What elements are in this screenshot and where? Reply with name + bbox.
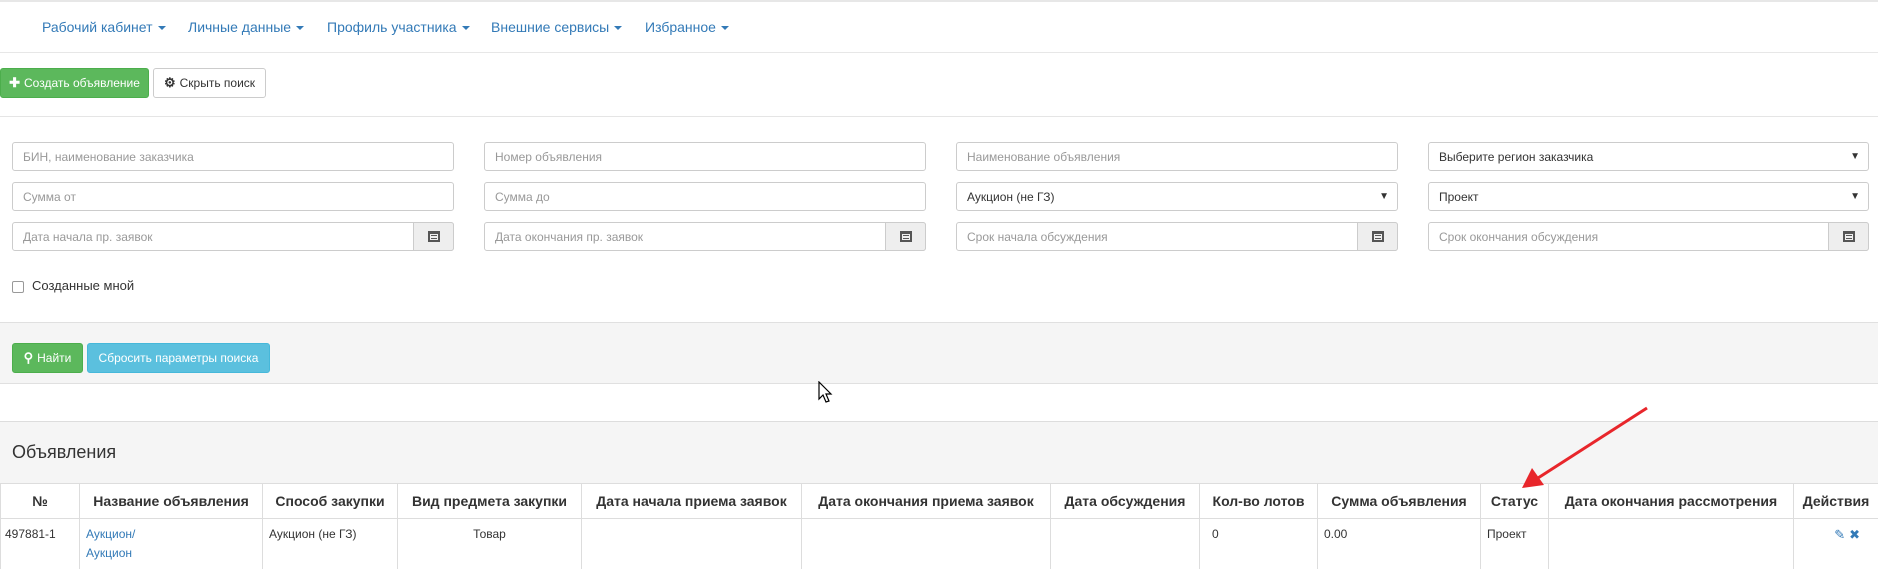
discussion-start-input[interactable]: Срок начала обсуждения — [956, 222, 1398, 251]
placeholder: Срок начала обсуждения — [967, 229, 1108, 244]
customer-region-select[interactable]: Выберите регион заказчика ▼ — [1428, 142, 1869, 171]
nav-item-personal-data[interactable]: Личные данные — [188, 19, 305, 35]
created-by-me-label: Созданные мной — [32, 278, 135, 293]
caret-down-icon — [461, 26, 470, 31]
cell-sum: 0.00 — [1317, 518, 1481, 569]
calendar-button[interactable] — [413, 222, 454, 251]
cell-end-date — [801, 518, 1051, 569]
caret-down-icon — [720, 26, 729, 31]
calendar-icon — [1842, 231, 1855, 242]
toolbar-divider — [0, 116, 1878, 117]
status-select[interactable]: Проект ▼ — [1428, 182, 1869, 211]
col-header-end-date[interactable]: Дата окончания приема заявок — [801, 483, 1051, 519]
sum-to-input[interactable]: Сумма до — [484, 182, 926, 211]
start-date-input[interactable]: Дата начала пр. заявок — [12, 222, 454, 251]
col-header-number[interactable]: № — [0, 483, 80, 519]
reset-search-button[interactable]: Сбросить параметры поиска — [87, 343, 270, 373]
search-icon: ⚲ — [23, 350, 34, 365]
cell-number: 497881-1 — [0, 518, 80, 569]
placeholder: Срок окончания обсуждения — [1439, 229, 1599, 244]
calendar-icon — [899, 231, 912, 242]
caret-down-icon — [157, 26, 166, 31]
placeholder: Дата начала пр. заявок — [23, 229, 153, 244]
nav-item-cabinet[interactable]: Рабочий кабинет — [42, 19, 166, 35]
mouse-cursor-icon — [818, 381, 833, 403]
nav-item-participant-profile[interactable]: Профиль участника — [327, 19, 470, 35]
calendar-button[interactable] — [1828, 222, 1869, 251]
announcement-link[interactable]: Аукцион/Аукцион — [86, 527, 135, 560]
placeholder: Наименование объявления — [967, 149, 1121, 164]
dropdown-arrow-icon: ▼ — [1850, 151, 1860, 162]
plus-icon: ✚ — [9, 75, 21, 90]
nav-item-label: Избранное — [645, 19, 716, 35]
cell-name: Аукцион/Аукцион — [79, 518, 263, 569]
col-header-lots[interactable]: Кол-во лотов — [1199, 483, 1318, 519]
nav-item-favorites[interactable]: Избранное — [645, 19, 729, 35]
red-annotation-arrow-icon — [1522, 406, 1648, 488]
announcements-table: № Название объявления Способ закупки Вид… — [0, 483, 1878, 569]
placeholder: Номер объявления — [495, 149, 603, 164]
caret-down-icon — [296, 26, 305, 31]
dropdown-arrow-icon: ▼ — [1379, 191, 1389, 202]
cell-method: Аукцион (не ГЗ) — [262, 518, 398, 569]
placeholder: Сумма от — [23, 189, 76, 204]
cell-lots: 0 — [1199, 518, 1318, 569]
placeholder: Дата окончания пр. заявок — [495, 229, 644, 244]
select-value: Аукцион (не ГЗ) — [967, 189, 1055, 204]
link-line: Аукцион/ — [86, 527, 136, 541]
col-header-subject[interactable]: Вид предмета закупки — [397, 483, 582, 519]
nav-item-label: Профиль участника — [327, 19, 457, 35]
purchase-method-select[interactable]: Аукцион (не ГЗ) ▼ — [956, 182, 1398, 211]
col-header-name[interactable]: Название объявления — [79, 483, 263, 519]
calendar-icon — [1371, 231, 1384, 242]
reset-button-label: Сбросить параметры поиска — [98, 351, 259, 365]
hide-search-button[interactable]: ⚙ Скрыть поиск — [153, 68, 266, 98]
edit-pencil-icon[interactable]: ✎ — [1834, 527, 1845, 542]
find-button-label: Найти — [37, 351, 72, 365]
nav-item-external-services[interactable]: Внешние сервисы — [491, 19, 623, 35]
col-header-sum[interactable]: Сумма объявления — [1317, 483, 1481, 519]
main-navbar: Рабочий кабинет Личные данные Профиль уч… — [0, 2, 1878, 53]
col-header-actions: Действия — [1793, 483, 1878, 519]
table-row: 497881-1 Аукцион/Аукцион Аукцион (не ГЗ)… — [0, 518, 1878, 569]
cell-discussion-date — [1050, 518, 1200, 569]
discussion-end-input[interactable]: Срок окончания обсуждения — [1428, 222, 1869, 251]
find-button[interactable]: ⚲ Найти — [12, 343, 83, 373]
customer-bin-input[interactable]: БИН, наименование заказчика — [12, 142, 454, 171]
create-announcement-button[interactable]: ✚ Создать объявление — [0, 68, 149, 98]
col-header-start-date[interactable]: Дата начала приема заявок — [581, 483, 802, 519]
nav-item-label: Внешние сервисы — [491, 19, 610, 35]
sum-from-input[interactable]: Сумма от — [12, 182, 454, 211]
end-date-input[interactable]: Дата окончания пр. заявок — [484, 222, 926, 251]
hide-search-label: Скрыть поиск — [179, 76, 256, 90]
nav-item-label: Рабочий кабинет — [42, 19, 153, 35]
placeholder: БИН, наименование заказчика — [23, 149, 194, 164]
select-value: Выберите регион заказчика — [1439, 149, 1594, 164]
panel-title: Объявления — [12, 442, 117, 462]
calendar-button[interactable] — [885, 222, 926, 251]
announcement-name-input[interactable]: Наименование объявления — [956, 142, 1398, 171]
cell-review-end — [1548, 518, 1794, 569]
cell-start-date — [581, 518, 802, 569]
calendar-button[interactable] — [1357, 222, 1398, 251]
link-line: Аукцион — [86, 546, 132, 560]
cell-actions: ✎ ✖ — [1793, 518, 1878, 569]
placeholder: Сумма до — [495, 189, 550, 204]
calendar-icon — [427, 231, 440, 242]
col-header-method[interactable]: Способ закупки — [262, 483, 398, 519]
gear-icon: ⚙ — [163, 75, 176, 90]
search-actions-bar: ⚲ Найти Сбросить параметры поиска — [0, 322, 1878, 384]
cell-subject: Товар — [397, 518, 582, 569]
create-button-label: Создать объявление — [24, 76, 140, 90]
caret-down-icon — [614, 26, 623, 31]
select-value: Проект — [1439, 189, 1479, 204]
col-header-discussion-date[interactable]: Дата обсуждения — [1050, 483, 1200, 519]
cell-status: Проект — [1480, 518, 1549, 569]
nav-item-label: Личные данные — [188, 19, 292, 35]
announcement-number-input[interactable]: Номер объявления — [484, 142, 926, 171]
dropdown-arrow-icon: ▼ — [1850, 191, 1860, 202]
delete-x-icon[interactable]: ✖ — [1849, 527, 1860, 542]
created-by-me-checkbox[interactable] — [12, 281, 24, 293]
